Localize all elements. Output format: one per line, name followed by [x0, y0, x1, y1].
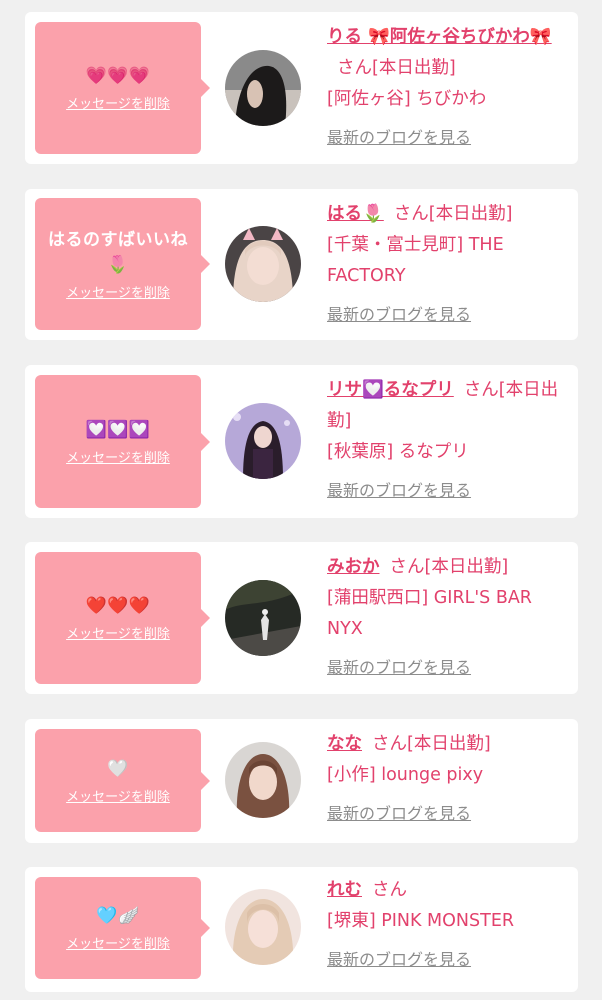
honorific: さん	[463, 380, 499, 400]
location-text: [堺東] PINK MONSTER	[327, 911, 515, 931]
message-text: 🩵🪽	[96, 906, 140, 926]
status-text: [本日出勤]	[372, 58, 456, 78]
delete-message-link[interactable]: メッセージを削除	[66, 93, 170, 112]
location-text: [阿佐ヶ谷] ちびかわ	[327, 89, 487, 109]
avatar[interactable]	[225, 226, 301, 302]
honorific: さん	[389, 557, 425, 577]
cast-name-link[interactable]: りる 🎀阿佐ヶ谷ちびかわ🎀	[327, 27, 552, 47]
message-bubble: 🩵🪽 メッセージを削除	[35, 877, 210, 979]
message-card: 🩵🪽 メッセージを削除 れむ さん [堺東] PINK MONSTER 最新のブロ…	[25, 867, 578, 992]
message-card: 💗💗💗 メッセージを削除 りる 🎀阿佐ヶ谷ちびかわ🎀 さん[本日出勤] [阿佐ヶ谷…	[25, 12, 578, 164]
cast-info: みおか さん[本日出勤] [蒲田駅西口] GIRL'S BAR NYX 最新のブロ…	[327, 552, 567, 683]
cast-name-link[interactable]: リサ💟るなプリ	[327, 380, 454, 400]
honorific: さん	[372, 734, 407, 754]
location-text: [秋葉原] るなプリ	[327, 442, 469, 462]
delete-message-link[interactable]: メッセージを削除	[66, 282, 170, 301]
honorific: さん	[337, 58, 372, 78]
message-text: はるのすばいいね🌷	[48, 229, 188, 275]
latest-blog-link[interactable]: 最新のブログを見る	[327, 475, 567, 506]
status-text: [本日出勤]	[428, 204, 513, 224]
avatar[interactable]	[225, 742, 301, 818]
cast-info: はる🌷 さん[本日出勤] [千葉・富士見町] THE FACTORY 最新のブログ…	[327, 199, 567, 330]
cast-info: れむ さん [堺東] PINK MONSTER 最新のブログを見る	[327, 875, 567, 975]
cast-info: なな さん[本日出勤] [小作] lounge pixy 最新のブログを見る	[327, 729, 567, 829]
delete-message-link[interactable]: メッセージを削除	[66, 447, 170, 466]
cast-info: リサ💟るなプリ さん[本日出勤] [秋葉原] るなプリ 最新のブログを見る	[327, 375, 567, 506]
latest-blog-link[interactable]: 最新のブログを見る	[327, 299, 567, 330]
honorific: さん	[372, 880, 407, 900]
avatar[interactable]	[225, 580, 301, 656]
latest-blog-link[interactable]: 最新のブログを見る	[327, 944, 567, 975]
message-text: ❤️❤️❤️	[85, 596, 151, 616]
message-bubble: 💗💗💗 メッセージを削除	[35, 22, 210, 154]
message-bubble: 🤍 メッセージを削除	[35, 729, 210, 832]
cast-name-link[interactable]: はる🌷	[327, 204, 384, 224]
message-bubble: 💟💟💟 メッセージを削除	[35, 375, 210, 508]
message-card: 🤍 メッセージを削除 なな さん[本日出勤] [小作] lounge pixy 最…	[25, 719, 578, 843]
delete-message-link[interactable]: メッセージを削除	[66, 933, 170, 952]
status-text: [本日出勤]	[407, 734, 491, 754]
cast-name-link[interactable]: みおか	[327, 557, 380, 577]
avatar[interactable]	[225, 50, 301, 126]
message-text: 💗💗💗	[85, 66, 151, 86]
message-bubble: はるのすばいいね🌷 メッセージを削除	[35, 198, 210, 330]
location-text: [蒲田駅西口] GIRL'S BAR NYX	[327, 588, 532, 639]
message-text: 🤍	[107, 758, 129, 779]
message-bubble: ❤️❤️❤️ メッセージを削除	[35, 552, 210, 684]
avatar[interactable]	[225, 889, 301, 965]
message-text: 💟💟💟	[85, 419, 151, 440]
latest-blog-link[interactable]: 最新のブログを見る	[327, 798, 567, 829]
delete-message-link[interactable]: メッセージを削除	[66, 623, 170, 642]
message-card: 💟💟💟 メッセージを削除 リサ💟るなプリ さん[本日出勤] [秋葉原] るなプリ …	[25, 365, 578, 518]
message-card: ❤️❤️❤️ メッセージを削除 みおか さん[本日出勤] [蒲田駅西口] GIRL…	[25, 542, 578, 694]
latest-blog-link[interactable]: 最新のブログを見る	[327, 122, 567, 153]
cast-name-link[interactable]: れむ	[327, 880, 362, 900]
location-text: [小作] lounge pixy	[327, 765, 484, 785]
delete-message-link[interactable]: メッセージを削除	[66, 786, 170, 805]
cast-info: りる 🎀阿佐ヶ谷ちびかわ🎀 さん[本日出勤] [阿佐ヶ谷] ちびかわ 最新のブログ…	[327, 22, 567, 153]
honorific: さん	[393, 204, 429, 224]
status-text: [本日出勤]	[424, 557, 509, 577]
latest-blog-link[interactable]: 最新のブログを見る	[327, 652, 567, 683]
message-card: はるのすばいいね🌷 メッセージを削除 はる🌷 さん[本日出勤] [千葉・富士見町]…	[25, 189, 578, 340]
location-text: [千葉・富士見町] THE FACTORY	[327, 235, 504, 286]
avatar[interactable]	[225, 403, 301, 479]
cast-name-link[interactable]: なな	[327, 734, 362, 754]
